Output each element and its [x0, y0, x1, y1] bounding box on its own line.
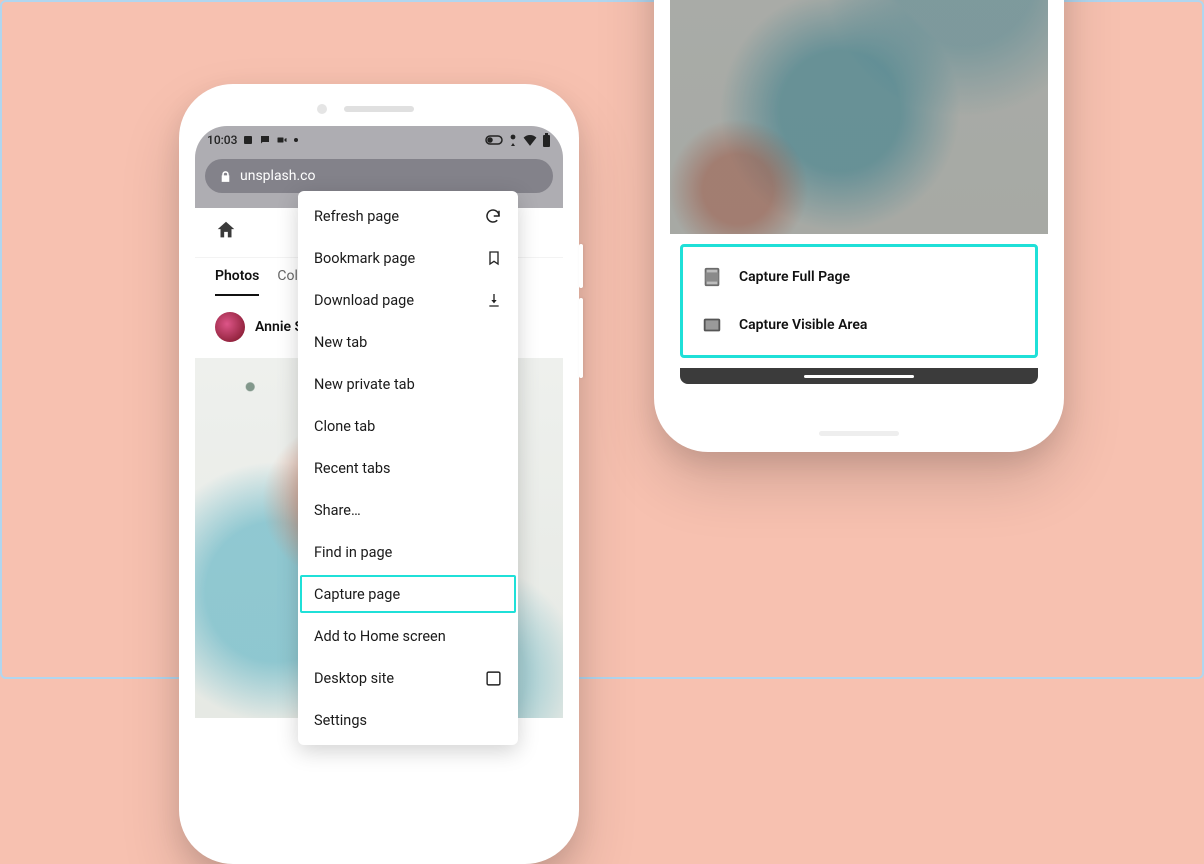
url-text: unsplash.co — [240, 168, 316, 184]
phone-right-frame: Capture Full Page Capture Visible Area — [654, 0, 1064, 452]
tab-photos[interactable]: Photos — [215, 268, 259, 296]
menu-item-label: New private tab — [314, 376, 415, 393]
wifi-icon — [523, 134, 537, 146]
download-icon — [486, 291, 502, 309]
menu-item-label: Share… — [314, 502, 361, 519]
sheet-item-label: Capture Visible Area — [739, 317, 867, 333]
phone-side-button — [579, 298, 583, 378]
menu-new-tab[interactable]: New tab — [298, 321, 518, 363]
menu-share[interactable]: Share… — [298, 489, 518, 531]
menu-add-to-home[interactable]: Add to Home screen — [298, 615, 518, 657]
phone-left-frame: 10:03 — [179, 84, 579, 864]
menu-item-label: Add to Home screen — [314, 628, 446, 645]
photo-dimmed-backdrop — [670, 0, 1048, 234]
capture-visible-area[interactable]: Capture Visible Area — [691, 301, 1027, 349]
home-icon[interactable] — [215, 219, 237, 246]
menu-desktop-site[interactable]: Desktop site — [298, 657, 518, 699]
menu-item-label: Clone tab — [314, 418, 375, 435]
message-icon — [259, 134, 271, 146]
menu-refresh[interactable]: Refresh page — [298, 195, 518, 237]
menu-item-label: Settings — [314, 712, 367, 729]
menu-settings[interactable]: Settings — [298, 699, 518, 741]
refresh-icon — [484, 207, 502, 225]
menu-clone-tab[interactable]: Clone tab — [298, 405, 518, 447]
dot-icon — [293, 134, 299, 146]
menu-new-private-tab[interactable]: New private tab — [298, 363, 518, 405]
phone-left-screen: 10:03 — [195, 126, 563, 822]
browser-overflow-menu: Refresh page Bookmark page Download page… — [298, 191, 518, 745]
phone-side-button — [579, 244, 583, 288]
menu-item-label: Download page — [314, 292, 414, 309]
lock-icon — [219, 170, 232, 183]
menu-item-label: Recent tabs — [314, 460, 391, 477]
checkbox-empty-icon — [485, 670, 502, 687]
url-pill[interactable]: unsplash.co — [205, 159, 553, 193]
android-status-bar: 10:03 — [195, 126, 563, 154]
android-nav-bar[interactable] — [680, 368, 1038, 384]
capture-page-bottom-sheet: Capture Full Page Capture Visible Area — [680, 244, 1038, 358]
menu-item-label: Desktop site — [314, 670, 394, 687]
menu-recent-tabs[interactable]: Recent tabs — [298, 447, 518, 489]
full-page-icon — [701, 266, 723, 288]
status-time: 10:03 — [207, 133, 237, 147]
menu-capture-page[interactable]: Capture page — [298, 573, 518, 615]
data-icon — [508, 134, 518, 146]
screenshot-icon — [242, 134, 254, 146]
gesture-handle-icon — [804, 375, 914, 378]
battery-icon — [542, 133, 551, 147]
vpn-icon — [485, 135, 503, 145]
phone-right-screen: Capture Full Page Capture Visible Area — [670, 0, 1048, 410]
capture-full-page[interactable]: Capture Full Page — [691, 253, 1027, 301]
menu-download[interactable]: Download page — [298, 279, 518, 321]
phone-chin-grille — [819, 431, 899, 436]
menu-item-label: Bookmark page — [314, 250, 415, 267]
menu-item-label: Find in page — [314, 544, 392, 561]
menu-bookmark[interactable]: Bookmark page — [298, 237, 518, 279]
bookmark-icon — [486, 249, 502, 267]
phone-camera-dot — [317, 104, 327, 114]
video-icon — [276, 134, 288, 146]
menu-find-in-page[interactable]: Find in page — [298, 531, 518, 573]
visible-area-icon — [701, 314, 723, 336]
menu-item-label: Capture page — [314, 586, 400, 603]
menu-item-label: New tab — [314, 334, 367, 351]
sheet-item-label: Capture Full Page — [739, 269, 850, 285]
menu-item-label: Refresh page — [314, 208, 399, 225]
avatar — [215, 312, 245, 342]
phone-speaker-grille — [344, 106, 414, 112]
